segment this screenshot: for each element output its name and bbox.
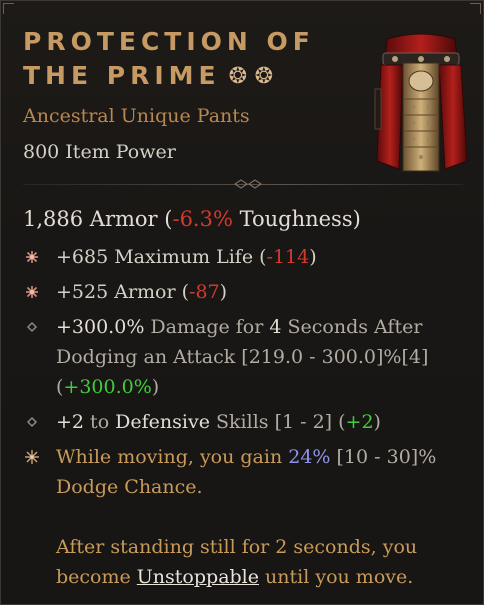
- unique-power-paragraph-2: After standing still for 2 seconds, you …: [56, 532, 463, 592]
- item-type: Ancestral Unique Pants: [23, 105, 250, 127]
- corner-ornament: [3, 3, 14, 14]
- unique-star-icon: [25, 450, 39, 464]
- affix-row: +2 to Defensive Skills [1 - 2] (+2): [23, 407, 463, 437]
- paren: ): [151, 376, 160, 398]
- item-name-text: THE PRIME: [23, 61, 221, 90]
- paren: (: [175, 281, 190, 303]
- paren: (: [332, 411, 346, 433]
- affix-row: +300.0% Damage for 4 Seconds After Dodgi…: [23, 312, 463, 402]
- affix-skill: Defensive: [115, 411, 210, 433]
- affix-row: +685 Maximum Life (-114): [23, 242, 463, 272]
- item-power: 800 Item Power: [23, 141, 176, 163]
- armor-value: 1,886 Armor: [23, 207, 158, 231]
- paren: (: [253, 246, 267, 268]
- affix-diamond-icon: [26, 416, 38, 428]
- affix-range: [219.0 - 300.0]%[4]: [241, 346, 429, 368]
- affix-text: to: [84, 411, 116, 433]
- toughness-label: Toughness): [232, 207, 361, 231]
- affix-text: Damage for: [144, 316, 270, 338]
- paren: (: [157, 207, 173, 231]
- corner-ornament: [470, 3, 481, 14]
- affix-delta: +2: [345, 411, 374, 433]
- affix-delta: -114: [266, 246, 310, 268]
- header-divider: [23, 179, 463, 189]
- affix-star-icon: [26, 286, 38, 298]
- item-name-line-1: PROTECTION OF: [23, 27, 315, 56]
- unique-power-text: Dodge Chance.: [56, 476, 203, 498]
- affix-delta: +300.0%: [63, 376, 152, 398]
- toughness-change: -6.3%: [172, 207, 233, 231]
- affix-value: +2: [56, 411, 85, 433]
- affix-range: [1 - 2]: [274, 411, 333, 433]
- unique-power-text: until you move.: [259, 566, 414, 588]
- unique-power-text: While moving, you gain: [56, 446, 289, 468]
- paren: ): [309, 246, 317, 268]
- paren: ): [219, 281, 228, 303]
- affix-list: +685 Maximum Life (-114) +525 Armor (-87…: [23, 242, 463, 597]
- armor-stat: 1,886 Armor (-6.3% Toughness): [23, 207, 361, 231]
- unstoppable-keyword: Unstoppable: [136, 566, 260, 588]
- item-name-line-2: THE PRIME ❂ ❂: [23, 59, 353, 94]
- affix-text: +685 Maximum Life: [56, 246, 254, 268]
- affix-star-icon: [26, 251, 38, 263]
- unique-power-value: 24%: [288, 446, 331, 468]
- pants-item-image: [374, 33, 469, 172]
- affix-text: +525 Armor: [56, 281, 176, 303]
- paren: ): [373, 411, 381, 433]
- affix-duration: 4: [269, 316, 282, 338]
- unique-power-range: [10 - 30]%: [330, 446, 437, 468]
- affix-text: Skills: [209, 411, 275, 433]
- affix-value: +300.0%: [56, 316, 145, 338]
- ancestral-mark-icon: ❂ ❂: [228, 64, 274, 89]
- unique-power: While moving, you gain 24% [10 - 30]% Do…: [23, 442, 463, 592]
- divider-ornament-icon: [234, 179, 262, 189]
- affix-delta: -87: [189, 281, 220, 303]
- affix-diamond-icon: [26, 321, 38, 333]
- affix-row: +525 Armor (-87): [23, 277, 463, 307]
- item-name: PROTECTION OF THE PRIME ❂ ❂: [23, 25, 353, 94]
- item-tooltip: PROTECTION OF THE PRIME ❂ ❂ Ancestral Uni…: [0, 0, 484, 605]
